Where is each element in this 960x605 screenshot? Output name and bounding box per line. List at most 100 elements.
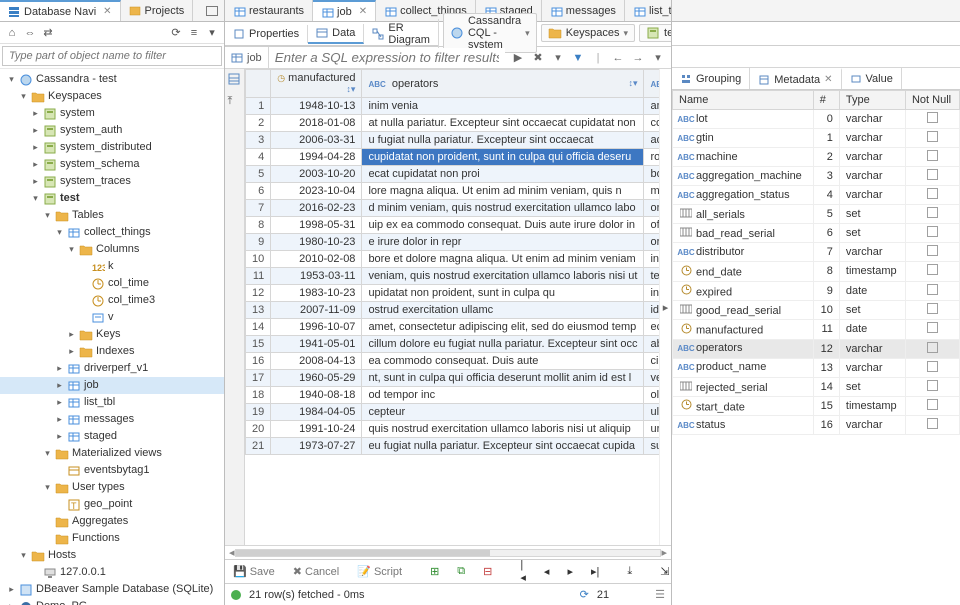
table-row[interactable]: 62023-10-04lore magna aliqua. Ut enim ad…	[246, 183, 660, 200]
row-num-header[interactable]	[246, 70, 271, 98]
tree-node[interactable]: ▸driverperf_v1	[0, 360, 224, 377]
tree-node[interactable]: ▸system	[0, 105, 224, 122]
meta-notnull[interactable]	[905, 339, 959, 358]
meta-row[interactable]: good_read_serial10set	[673, 301, 960, 320]
meta-row[interactable]: expired9date	[673, 281, 960, 301]
table-row[interactable]: 81998-05-31uip ex ea commodo consequat. …	[246, 217, 660, 234]
cell-product[interactable]: consequat. Dui	[644, 115, 659, 132]
meta-name[interactable]: ABCaggregation_machine	[673, 167, 814, 186]
tree-node[interactable]: ▸system_traces	[0, 173, 224, 190]
row-number[interactable]: 20	[246, 421, 271, 438]
sub-tab-data[interactable]: Data	[308, 24, 364, 44]
next-icon[interactable]: ▸	[563, 563, 577, 580]
row-number[interactable]: 21	[246, 438, 271, 455]
tree-node[interactable]: ▾collect_things	[0, 224, 224, 241]
expand-icon[interactable]: ▸	[55, 432, 64, 441]
table-row[interactable]: 91980-10-23e irure dolor in repror	[246, 234, 660, 251]
tree-node[interactable]: ▾test	[0, 190, 224, 207]
cell-product[interactable]: cillum dolore	[644, 353, 659, 370]
collapse-icon[interactable]: ▾	[43, 483, 52, 492]
row-number[interactable]: 13	[246, 302, 271, 319]
cell-manufactured[interactable]: 2007-11-09	[271, 302, 362, 319]
tree-node[interactable]: ▸messages	[0, 411, 224, 428]
meta-name[interactable]: bad_read_serial	[673, 224, 814, 243]
cell-manufactured[interactable]: 2010-02-08	[271, 251, 362, 268]
meta-col-name[interactable]: Name	[673, 91, 814, 110]
meta-name[interactable]: expired	[673, 281, 814, 301]
expand-icon[interactable]: ▸	[31, 177, 40, 186]
cell-operators[interactable]: amet, consectetur adipiscing elit, sed d…	[362, 319, 644, 336]
editor-tab[interactable]: restaurants	[225, 0, 313, 21]
cell-manufactured[interactable]: 1940-08-18	[271, 387, 362, 404]
cell-product[interactable]: ulpa qui officia	[644, 404, 659, 421]
cell-manufactured[interactable]: 1996-10-07	[271, 319, 362, 336]
cell-manufactured[interactable]: 2023-10-04	[271, 183, 362, 200]
meta-row[interactable]: ABCmachine2varchar	[673, 148, 960, 167]
cell-product[interactable]: idunt ut labore	[644, 302, 659, 319]
cell-operators[interactable]: ea commodo consequat. Duis aute	[362, 353, 644, 370]
cell-operators[interactable]: d minim veniam, quis nostrud exercitatio…	[362, 200, 644, 217]
meta-name[interactable]: ABCgtin	[673, 129, 814, 148]
horizontal-scrollbar[interactable]: ◂ ▸	[225, 545, 671, 559]
db-tree[interactable]: ▾Cassandra - test▾Keyspaces▸system▸syste…	[0, 69, 224, 605]
menu-dropdown-icon[interactable]: ▾	[204, 25, 220, 41]
cell-product[interactable]: sunt in culpa qu	[644, 438, 659, 455]
cell-operators[interactable]: uip ex ea commodo consequat. Duis aute i…	[362, 217, 644, 234]
expand-icon[interactable]: ▸	[67, 330, 76, 339]
tree-node[interactable]: ▸system_auth	[0, 122, 224, 139]
expand-icon[interactable]: ▸	[55, 398, 64, 407]
tree-node[interactable]: ▸system_distributed	[0, 139, 224, 156]
collapse-icon[interactable]: ▾	[43, 211, 52, 220]
status-menu-icon[interactable]: ☰	[655, 588, 665, 601]
meta-row[interactable]: end_date8timestamp	[673, 262, 960, 282]
tree-node[interactable]: ▾Hosts	[0, 547, 224, 564]
row-number[interactable]: 10	[246, 251, 271, 268]
tree-node[interactable]: eventsbytag1	[0, 462, 224, 479]
expand-icon[interactable]: ▸	[67, 347, 76, 356]
meta-row[interactable]: ABCproduct_name13varchar	[673, 358, 960, 377]
prev-icon[interactable]: ◂	[540, 563, 554, 580]
cell-manufactured[interactable]: 1994-04-28	[271, 149, 362, 166]
meta-notnull[interactable]	[905, 224, 959, 243]
tree-node[interactable]: ▸Indexes	[0, 343, 224, 360]
tree-node[interactable]: ▸system_schema	[0, 156, 224, 173]
row-number[interactable]: 5	[246, 166, 271, 183]
tree-node[interactable]: ▸list_tbl	[0, 394, 224, 411]
cell-operators[interactable]: cupidatat non proident, sunt in culpa qu…	[362, 149, 644, 166]
data-grid[interactable]: ◷ manufactured ↕▾ ABC operators ↕▾	[245, 69, 659, 545]
meta-name[interactable]: ABCoperators	[673, 339, 814, 358]
expand-icon[interactable]: ▸	[31, 143, 40, 152]
meta-name[interactable]: manufactured	[673, 320, 814, 340]
cell-product[interactable]: or	[644, 234, 659, 251]
meta-notnull[interactable]	[905, 416, 959, 435]
meta-notnull[interactable]	[905, 358, 959, 377]
collapse-icon[interactable]: ▾	[31, 194, 40, 203]
tree-node[interactable]: ▾Keyspaces	[0, 88, 224, 105]
tree-node[interactable]: ▸staged	[0, 428, 224, 445]
expand-icon[interactable]: ▸	[31, 160, 40, 169]
collapse-icon[interactable]: ▾	[43, 449, 52, 458]
tree-node[interactable]: ▸DBeaver Sample Database (SQLite)	[0, 581, 224, 598]
meta-name[interactable]: start_date	[673, 396, 814, 416]
cell-product[interactable]: roident, sunt in	[644, 149, 659, 166]
apply-filter-icon[interactable]: ▶	[511, 51, 525, 65]
meta-col-notnull[interactable]: Not Null	[905, 91, 959, 110]
clear-filter-icon[interactable]: ✖	[531, 51, 545, 65]
meta-notnull[interactable]	[905, 110, 959, 129]
table-row[interactable]: 72016-02-23d minim veniam, quis nostrud …	[246, 200, 660, 217]
home-icon[interactable]: ⌂	[4, 25, 20, 41]
tree-node[interactable]: 123k	[0, 258, 224, 275]
checkbox-icon[interactable]	[927, 131, 938, 142]
row-number[interactable]: 18	[246, 387, 271, 404]
cell-manufactured[interactable]: 1980-10-23	[271, 234, 362, 251]
cell-operators[interactable]: upidatat non proident, sunt in culpa qu	[362, 285, 644, 302]
meta-name[interactable]: all_serials	[673, 205, 814, 224]
tree-node[interactable]: ▸job	[0, 377, 224, 394]
meta-name[interactable]: ABCproduct_name	[673, 358, 814, 377]
row-number[interactable]: 12	[246, 285, 271, 302]
cell-operators[interactable]: quis nostrud exercitation ullamco labori…	[362, 421, 644, 438]
table-row[interactable]: 191984-04-05cepteurulpa qui officia	[246, 404, 660, 421]
row-number[interactable]: 1	[246, 98, 271, 115]
meta-name[interactable]: ABClot	[673, 110, 814, 129]
cell-manufactured[interactable]: 1998-05-31	[271, 217, 362, 234]
